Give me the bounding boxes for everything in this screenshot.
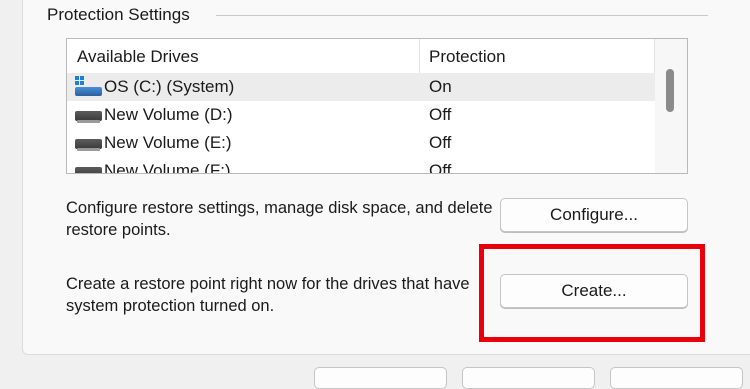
drive-row-d[interactable]: New Volume (D:) Off: [67, 101, 655, 129]
system-drive-icon: [75, 76, 103, 98]
group-title: Protection Settings: [47, 5, 190, 24]
scrollbar-thumb[interactable]: [666, 69, 674, 112]
highlight-box: [479, 244, 705, 342]
drive-protection: Off: [429, 105, 452, 124]
drive-name: New Volume (E:): [104, 133, 232, 152]
drive-row-f[interactable]: New Volume (F:) Off: [67, 157, 655, 174]
column-separator: [419, 39, 420, 73]
drive-protection: Off: [429, 133, 452, 152]
apply-button[interactable]: [610, 367, 743, 389]
create-description: Create a restore point right now for the…: [66, 275, 470, 315]
cancel-button[interactable]: [462, 367, 595, 389]
drive-protection: Off: [429, 161, 452, 174]
configure-button[interactable]: Configure...: [500, 198, 688, 232]
drives-list[interactable]: Available Drives Protection OS (C:) (Sys…: [66, 38, 688, 174]
drive-name: New Volume (D:): [104, 105, 233, 124]
column-header-drives[interactable]: Available Drives: [77, 39, 199, 73]
column-header-protection[interactable]: Protection: [429, 39, 506, 73]
drive-icon: [75, 111, 102, 123]
drive-row-e[interactable]: New Volume (E:) Off: [67, 129, 655, 157]
drive-name: OS (C:) (System): [104, 77, 235, 96]
drive-row-c[interactable]: OS (C:) (System) On: [67, 73, 655, 101]
group-divider: [216, 15, 708, 16]
drive-icon: [75, 139, 102, 151]
drive-icon: [75, 167, 102, 173]
configure-description: Configure restore settings, manage disk …: [66, 199, 493, 239]
ok-button[interactable]: [314, 367, 447, 389]
drive-name: New Volume (F:): [104, 161, 231, 174]
drive-protection: On: [429, 77, 452, 96]
